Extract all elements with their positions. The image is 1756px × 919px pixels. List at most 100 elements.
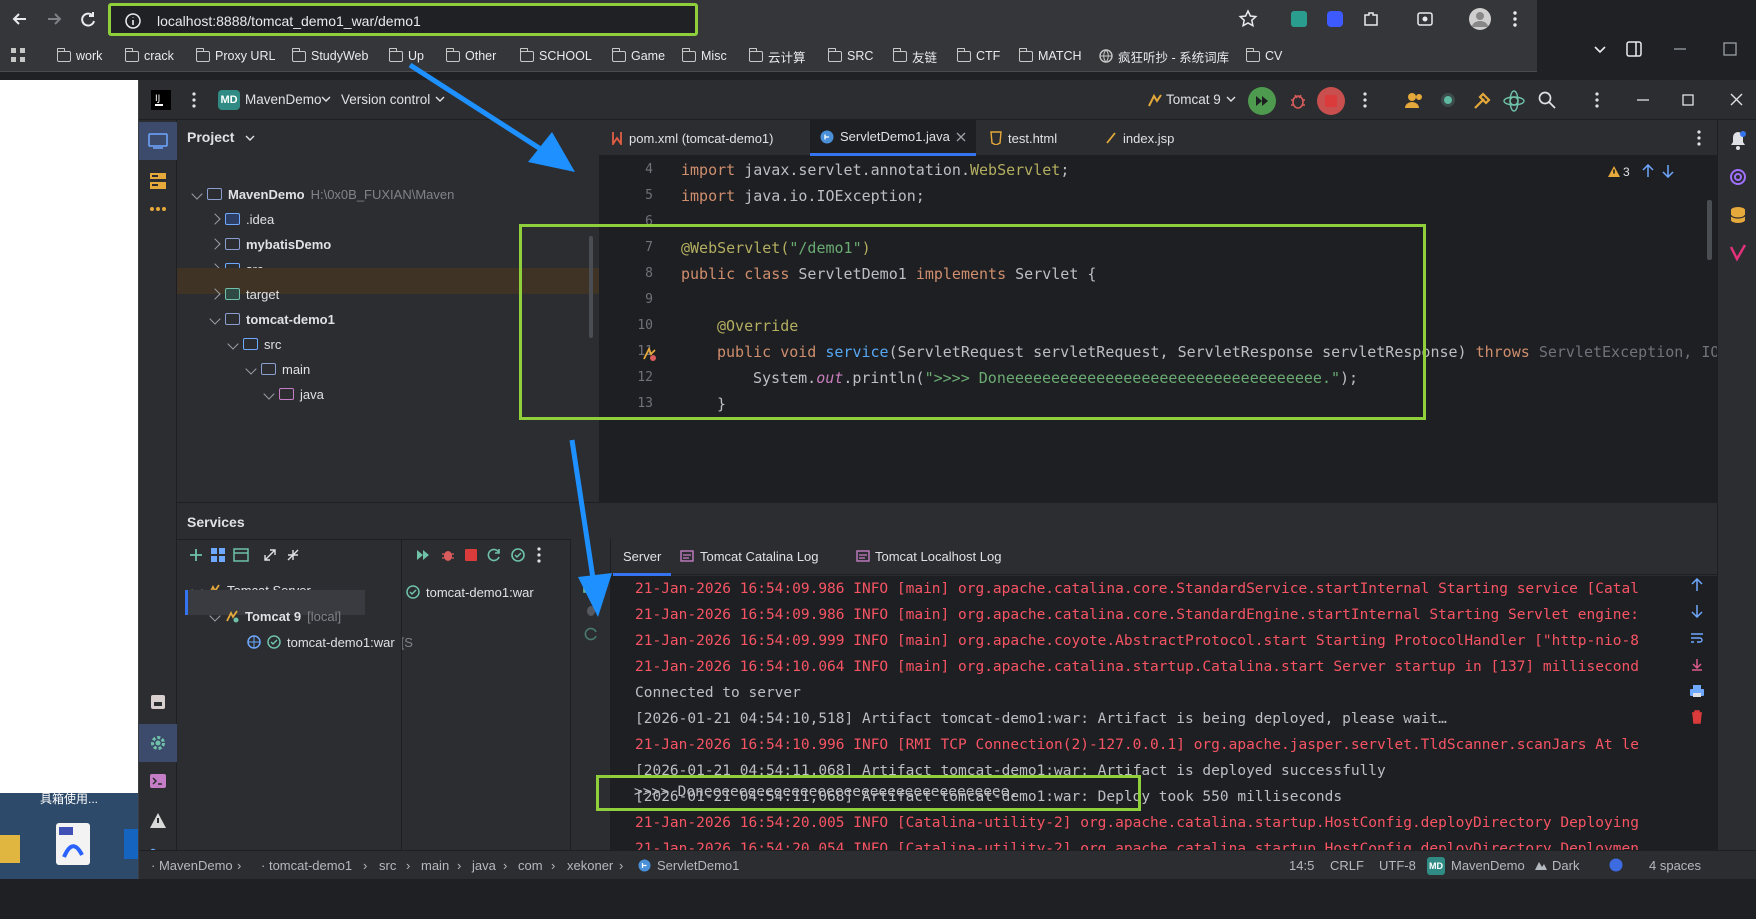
ai-assistant-icon[interactable] <box>1503 90 1525 112</box>
problems-icon[interactable] <box>149 812 167 830</box>
arrow-up-icon[interactable] <box>1642 164 1654 178</box>
open-window-icon[interactable] <box>233 548 249 562</box>
bookmark-cloud[interactable]: 云计算 <box>748 47 806 65</box>
tab-options-icon[interactable] <box>1696 130 1702 146</box>
breadcrumb-item[interactable]: src <box>379 858 396 873</box>
chevron-down-icon[interactable] <box>1226 95 1236 103</box>
extensions-puzzle-icon[interactable] <box>1361 9 1381 29</box>
deploy-icon[interactable] <box>510 547 526 563</box>
bookmark-up[interactable]: Up <box>388 47 424 65</box>
bookmark-dictation[interactable]: 疯狂听抄 - 系统词库 <box>1099 47 1229 65</box>
stop-button[interactable] <box>1317 87 1345 115</box>
tab-pom-xml[interactable]: pom.xml (tomcat-demo1) <box>611 120 773 156</box>
pdf-app-icon[interactable] <box>54 823 92 865</box>
rerun-button[interactable] <box>1248 87 1276 115</box>
tab-catalina-log[interactable]: Tomcat Catalina Log <box>700 549 819 564</box>
site-info-icon[interactable] <box>125 13 141 29</box>
add-icon[interactable] <box>189 548 203 562</box>
build-tools-icon[interactable] <box>1472 91 1492 111</box>
arrow-down-icon[interactable] <box>1691 604 1703 618</box>
status-theme[interactable]: Dark <box>1552 858 1579 873</box>
debug-icon[interactable] <box>440 547 456 563</box>
bookmark-cv[interactable]: CV <box>1245 47 1282 65</box>
tree-item-main[interactable]: main <box>245 356 310 382</box>
plugin-status-icon[interactable] <box>1440 92 1456 108</box>
browser-menu-icon[interactable] <box>1505 9 1525 29</box>
bookmark-friends[interactable]: 友链 <box>892 47 937 65</box>
app-logo-icon[interactable]: IJ <box>151 90 171 110</box>
code-line-5[interactable]: import java.io.IOException; <box>681 187 925 205</box>
chevron-down-icon[interactable] <box>321 95 331 103</box>
apps-grid-icon[interactable] <box>10 47 26 63</box>
bookmark-proxy-url[interactable]: Proxy URL <box>195 47 275 65</box>
project-selector[interactable]: MavenDemo <box>245 92 322 107</box>
collapse-all-icon[interactable] <box>286 548 300 562</box>
soft-wrap-icon[interactable] <box>1690 632 1704 644</box>
run-configuration-selector[interactable]: Tomcat 9 <box>1166 92 1221 107</box>
bookmark-school[interactable]: SCHOOL <box>519 47 592 65</box>
tree-item-mybatisdemo[interactable]: mybatisDemo <box>209 231 331 257</box>
tree-item-mavendemo[interactable]: MavenDemo H:\0x0B_FUXIAN\Maven <box>191 181 454 207</box>
tree-item-java[interactable]: java <box>263 381 324 407</box>
v-plugin-icon[interactable] <box>1729 244 1747 262</box>
bookmark-misc[interactable]: Misc <box>681 47 727 65</box>
clear-all-icon[interactable] <box>1690 710 1704 724</box>
debug-icon[interactable] <box>1288 91 1308 111</box>
file-encoding[interactable]: UTF-8 <box>1379 858 1416 873</box>
more-tools-icon[interactable] <box>149 206 167 212</box>
tree-item-target[interactable]: target <box>209 281 279 307</box>
breadcrumb-item[interactable]: ServletDemo1 <box>657 858 739 873</box>
bookmark-other[interactable]: Other <box>445 47 496 65</box>
close-icon[interactable] <box>1730 93 1743 106</box>
profile-avatar[interactable] <box>1468 7 1492 31</box>
status-project[interactable]: MavenDemo <box>1451 858 1525 873</box>
scrollbar[interactable] <box>177 914 302 919</box>
notifications-icon[interactable] <box>1729 130 1747 150</box>
main-menu-icon[interactable] <box>191 92 197 108</box>
code-line-4[interactable]: import javax.servlet.annotation.WebServl… <box>681 161 1069 179</box>
tab-server[interactable]: Server <box>613 549 672 576</box>
folder-desktop-icon[interactable] <box>0 831 20 863</box>
arrow-down-icon[interactable] <box>1662 164 1674 178</box>
deploy-artifact-icon[interactable] <box>583 577 599 593</box>
bookmark-crack[interactable]: crack <box>124 47 174 65</box>
refresh-icon[interactable] <box>583 626 599 642</box>
bookmark-ctf[interactable]: CTF <box>956 47 1000 65</box>
tab-index-jsp[interactable]: index.jsp <box>1105 120 1174 156</box>
tab-test-html[interactable]: test.html <box>990 120 1057 156</box>
run-more-icon[interactable] <box>1362 92 1368 108</box>
breadcrumb-item[interactable]: · MavenDemo <box>151 858 233 873</box>
run-all-icon[interactable] <box>416 549 430 561</box>
back-icon[interactable] <box>10 9 30 29</box>
bookmark-studyweb[interactable]: StudyWeb <box>291 47 368 65</box>
maximize-icon[interactable] <box>1682 94 1694 106</box>
project-panel-title[interactable]: Project <box>187 129 234 145</box>
address-bar[interactable]: localhost:8888/tomcat_demo1_war/demo1 <box>108 3 698 36</box>
chevron-down-icon[interactable] <box>1593 42 1607 56</box>
bookmark-game[interactable]: Game <box>611 47 665 65</box>
line-separator[interactable]: CRLF <box>1330 858 1364 873</box>
service-tomcat-9[interactable]: Tomcat 9 [local] <box>209 603 341 629</box>
sidepanel-icon[interactable] <box>1625 40 1643 58</box>
more-actions-icon[interactable] <box>536 547 542 563</box>
reload-icon[interactable] <box>78 9 98 29</box>
breadcrumb-item[interactable]: xekoner <box>567 858 613 873</box>
tree-item-tomcat-demo1[interactable]: tomcat-demo1 <box>209 306 335 332</box>
version-control-menu[interactable]: Version control <box>341 92 430 107</box>
maximize-icon[interactable] <box>1723 42 1737 56</box>
breadcrumb-item[interactable]: · tomcat-demo1 <box>261 858 352 873</box>
shortcut-app-icon[interactable] <box>124 829 138 859</box>
extension-icon-2[interactable] <box>1325 9 1345 29</box>
settings-more-icon[interactable] <box>1594 92 1600 108</box>
chevron-down-icon[interactable] <box>435 95 445 103</box>
stop-icon[interactable] <box>464 548 478 562</box>
ai-swirl-icon[interactable] <box>1729 168 1747 186</box>
extension-icon-1[interactable] <box>1289 9 1309 29</box>
status-dot-icon[interactable] <box>1609 858 1623 872</box>
forward-icon[interactable] <box>44 9 64 29</box>
service-tomcat-demo1-war[interactable]: tomcat-demo1:war [S <box>247 629 413 655</box>
breadcrumb-item[interactable]: main <box>421 858 449 873</box>
indent-setting[interactable]: 4 spaces <box>1649 858 1701 873</box>
code-with-me-icon[interactable] <box>1405 91 1425 109</box>
bookmark-src[interactable]: SRC <box>827 47 873 65</box>
